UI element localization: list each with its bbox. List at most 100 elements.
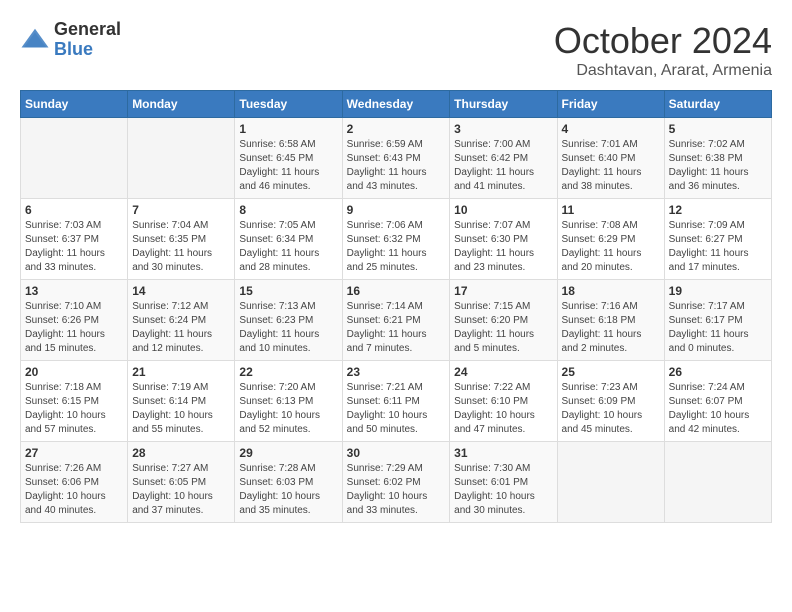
calendar-cell: 14 Sunrise: 7:12 AMSunset: 6:24 PMDayligh… [128,280,235,361]
day-info: Sunrise: 7:19 AMSunset: 6:14 PMDaylight:… [132,381,230,437]
day-info: Sunrise: 7:09 AMSunset: 6:27 PMDaylight:… [669,219,767,275]
day-number: 2 [347,122,446,136]
day-header-wednesday: Wednesday [342,91,450,118]
day-info: Sunrise: 6:59 AMSunset: 6:43 PMDaylight:… [347,138,446,194]
day-header-tuesday: Tuesday [235,91,342,118]
calendar-cell [664,442,771,523]
day-info: Sunrise: 7:27 AMSunset: 6:05 PMDaylight:… [132,462,230,518]
day-number: 6 [25,203,123,217]
day-number: 30 [347,446,446,460]
day-info: Sunrise: 7:08 AMSunset: 6:29 PMDaylight:… [562,219,660,275]
day-number: 11 [562,203,660,217]
logo-general: General [54,20,121,40]
logo-icon [20,25,50,55]
calendar-cell: 19Sunrise: 7:17 AMSunset: 6:17 PMDayligh… [664,280,771,361]
calendar-cell: 5 Sunrise: 7:02 AMSunset: 6:38 PMDaylight… [664,118,771,199]
day-info: Sunrise: 7:20 AMSunset: 6:13 PMDaylight:… [239,381,337,437]
calendar-cell: 30 Sunrise: 7:29 AMSunset: 6:02 PMDayligh… [342,442,450,523]
calendar-cell [128,118,235,199]
calendar-cell [21,118,128,199]
calendar-cell: 21 Sunrise: 7:19 AMSunset: 6:14 PMDayligh… [128,361,235,442]
day-number: 18 [562,284,660,298]
day-number: 1 [239,122,337,136]
day-number: 7 [132,203,230,217]
day-header-saturday: Saturday [664,91,771,118]
day-number: 22 [239,365,337,379]
day-number: 10 [454,203,552,217]
day-info: Sunrise: 7:12 AMSunset: 6:24 PMDaylight:… [132,300,230,356]
day-info: Sunrise: 7:23 AMSunset: 6:09 PMDaylight:… [562,381,660,437]
calendar-cell: 7 Sunrise: 7:04 AMSunset: 6:35 PMDaylight… [128,199,235,280]
day-number: 28 [132,446,230,460]
day-info: Sunrise: 7:15 AMSunset: 6:20 PMDaylight:… [454,300,552,356]
day-info: Sunrise: 6:58 AMSunset: 6:45 PMDaylight:… [239,138,337,194]
month-title: October 2024 [554,20,772,62]
day-info: Sunrise: 7:06 AMSunset: 6:32 PMDaylight:… [347,219,446,275]
day-number: 8 [239,203,337,217]
calendar-cell: 25 Sunrise: 7:23 AMSunset: 6:09 PMDayligh… [557,361,664,442]
day-number: 5 [669,122,767,136]
day-number: 14 [132,284,230,298]
day-info: Sunrise: 7:00 AMSunset: 6:42 PMDaylight:… [454,138,552,194]
day-number: 27 [25,446,123,460]
day-number: 9 [347,203,446,217]
calendar-cell: 1 Sunrise: 6:58 AMSunset: 6:45 PMDaylight… [235,118,342,199]
calendar-cell: 31 Sunrise: 7:30 AMSunset: 6:01 PMDayligh… [450,442,557,523]
calendar-header-row: SundayMondayTuesdayWednesdayThursdayFrid… [21,91,772,118]
calendar-cell: 15Sunrise: 7:13 AMSunset: 6:23 PMDayligh… [235,280,342,361]
day-info: Sunrise: 7:05 AMSunset: 6:34 PMDaylight:… [239,219,337,275]
calendar-cell: 24 Sunrise: 7:22 AMSunset: 6:10 PMDayligh… [450,361,557,442]
day-info: Sunrise: 7:18 AMSunset: 6:15 PMDaylight:… [25,381,123,437]
calendar-cell: 26Sunrise: 7:24 AMSunset: 6:07 PMDayligh… [664,361,771,442]
day-number: 25 [562,365,660,379]
day-number: 24 [454,365,552,379]
day-number: 19 [669,284,767,298]
page-header: General Blue October 2024 Dashtavan, Ara… [20,20,772,80]
calendar-cell: 29Sunrise: 7:28 AMSunset: 6:03 PMDayligh… [235,442,342,523]
day-info: Sunrise: 7:13 AMSunset: 6:23 PMDaylight:… [239,300,337,356]
day-header-thursday: Thursday [450,91,557,118]
calendar-cell: 22 Sunrise: 7:20 AMSunset: 6:13 PMDayligh… [235,361,342,442]
calendar-week-row: 13Sunrise: 7:10 AMSunset: 6:26 PMDayligh… [21,280,772,361]
calendar-cell: 13Sunrise: 7:10 AMSunset: 6:26 PMDayligh… [21,280,128,361]
calendar-cell: 8 Sunrise: 7:05 AMSunset: 6:34 PMDaylight… [235,199,342,280]
calendar-cell: 10Sunrise: 7:07 AMSunset: 6:30 PMDayligh… [450,199,557,280]
calendar-cell: 20 Sunrise: 7:18 AMSunset: 6:15 PMDayligh… [21,361,128,442]
day-info: Sunrise: 7:29 AMSunset: 6:02 PMDaylight:… [347,462,446,518]
day-header-monday: Monday [128,91,235,118]
day-number: 12 [669,203,767,217]
calendar-cell: 17 Sunrise: 7:15 AMSunset: 6:20 PMDayligh… [450,280,557,361]
day-number: 20 [25,365,123,379]
logo: General Blue [20,20,121,60]
calendar-cell: 16Sunrise: 7:14 AMSunset: 6:21 PMDayligh… [342,280,450,361]
day-info: Sunrise: 7:01 AMSunset: 6:40 PMDaylight:… [562,138,660,194]
day-info: Sunrise: 7:30 AMSunset: 6:01 PMDaylight:… [454,462,552,518]
calendar-cell [557,442,664,523]
day-info: Sunrise: 7:21 AMSunset: 6:11 PMDaylight:… [347,381,446,437]
day-info: Sunrise: 7:24 AMSunset: 6:07 PMDaylight:… [669,381,767,437]
calendar-table: SundayMondayTuesdayWednesdayThursdayFrid… [20,90,772,523]
day-number: 4 [562,122,660,136]
day-info: Sunrise: 7:16 AMSunset: 6:18 PMDaylight:… [562,300,660,356]
calendar-cell: 18 Sunrise: 7:16 AMSunset: 6:18 PMDayligh… [557,280,664,361]
calendar-week-row: 20 Sunrise: 7:18 AMSunset: 6:15 PMDayligh… [21,361,772,442]
day-number: 3 [454,122,552,136]
day-info: Sunrise: 7:03 AMSunset: 6:37 PMDaylight:… [25,219,123,275]
calendar-cell: 9 Sunrise: 7:06 AMSunset: 6:32 PMDaylight… [342,199,450,280]
calendar-cell: 12 Sunrise: 7:09 AMSunset: 6:27 PMDayligh… [664,199,771,280]
logo-text: General Blue [54,20,121,60]
day-number: 21 [132,365,230,379]
calendar-cell: 4 Sunrise: 7:01 AMSunset: 6:40 PMDaylight… [557,118,664,199]
day-info: Sunrise: 7:04 AMSunset: 6:35 PMDaylight:… [132,219,230,275]
day-header-friday: Friday [557,91,664,118]
calendar-cell: 3 Sunrise: 7:00 AMSunset: 6:42 PMDaylight… [450,118,557,199]
day-number: 31 [454,446,552,460]
day-number: 29 [239,446,337,460]
day-info: Sunrise: 7:02 AMSunset: 6:38 PMDaylight:… [669,138,767,194]
calendar-cell: 28 Sunrise: 7:27 AMSunset: 6:05 PMDayligh… [128,442,235,523]
calendar-cell: 6 Sunrise: 7:03 AMSunset: 6:37 PMDaylight… [21,199,128,280]
calendar-cell: 23Sunrise: 7:21 AMSunset: 6:11 PMDayligh… [342,361,450,442]
day-info: Sunrise: 7:22 AMSunset: 6:10 PMDaylight:… [454,381,552,437]
day-number: 17 [454,284,552,298]
day-info: Sunrise: 7:10 AMSunset: 6:26 PMDaylight:… [25,300,123,356]
